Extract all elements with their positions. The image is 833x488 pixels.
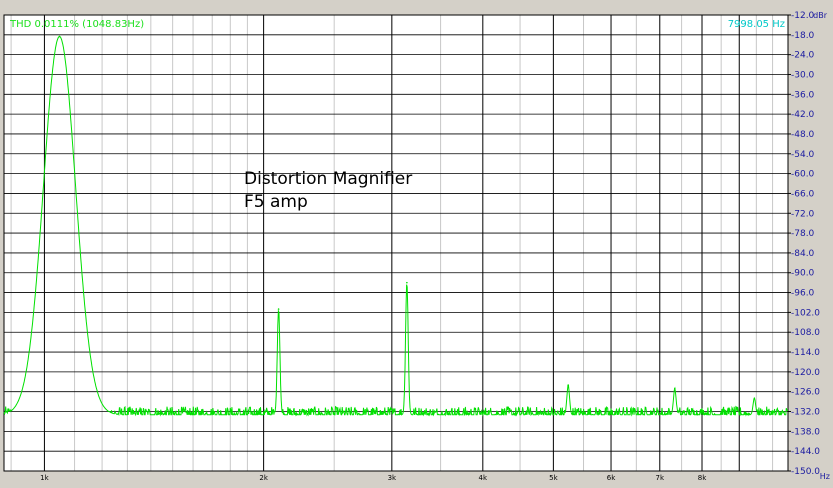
annotation-line-2: F5 amp bbox=[244, 192, 308, 212]
x-tick-label: 2k bbox=[259, 474, 268, 482]
harmonic-peak bbox=[753, 397, 756, 400]
x-tick-label: 4k bbox=[479, 474, 488, 482]
y-tick-label: -18.0 bbox=[791, 31, 815, 41]
analyzer-window: -12.0 -18.0 -24.0 -30.0 -36.0 -42.0 -48.0 -54.0… bbox=[0, 0, 833, 488]
y-tick-label: -54.0 bbox=[791, 150, 815, 160]
spectrum-chart: -12.0 -18.0 -24.0 -30.0 -36.0 -42.0 -48.0 -54.0… bbox=[3, 11, 830, 482]
harmonic-peak bbox=[58, 35, 61, 38]
plot-area bbox=[4, 15, 788, 471]
y-tick-label: -36.0 bbox=[791, 90, 815, 100]
y-tick-label: -12.0 bbox=[791, 11, 815, 21]
y-tick-label: -108.0 bbox=[791, 328, 820, 338]
y-tick-label: -84.0 bbox=[791, 249, 815, 259]
thd-readout: THD 0.0111% (1048.83Hz) bbox=[9, 19, 144, 30]
x-tick-label: 5k bbox=[549, 474, 558, 482]
y-unit-label: dBr bbox=[813, 11, 828, 20]
x-tick-label: 3k bbox=[388, 474, 397, 482]
y-tick-label: -132.0 bbox=[791, 408, 820, 418]
y-tick-label: -126.0 bbox=[791, 388, 820, 398]
y-tick-label: -138.0 bbox=[791, 427, 820, 437]
y-tick-label: -30.0 bbox=[791, 70, 815, 80]
y-tick-label: -42.0 bbox=[791, 110, 815, 120]
y-tick-label: -48.0 bbox=[791, 130, 815, 140]
y-tick-label: -66.0 bbox=[791, 189, 815, 199]
y-tick-label: -102.0 bbox=[791, 308, 820, 318]
frequency-readout: 7998.05 Hz bbox=[728, 19, 785, 30]
annotation-line-1: Distortion Magnifier bbox=[244, 169, 412, 189]
x-tick-label: 7k bbox=[656, 474, 665, 482]
x-tick-label: 8k bbox=[698, 474, 707, 482]
harmonic-peak bbox=[567, 384, 570, 386]
x-unit-label: Hz bbox=[820, 472, 830, 481]
harmonic-peak bbox=[277, 308, 280, 310]
x-tick-label: 6k bbox=[607, 474, 616, 482]
harmonic-peak bbox=[406, 281, 408, 284]
y-tick-label: -144.0 bbox=[791, 447, 820, 457]
y-tick-label: -90.0 bbox=[791, 269, 815, 279]
y-tick-label: -24.0 bbox=[791, 51, 815, 61]
y-tick-label: -96.0 bbox=[791, 289, 815, 299]
x-tick-label: 1k bbox=[40, 474, 49, 482]
y-tick-label: -78.0 bbox=[791, 229, 815, 239]
y-tick-label: -60.0 bbox=[791, 170, 815, 180]
y-tick-label: -120.0 bbox=[791, 368, 820, 378]
y-tick-label: -72.0 bbox=[791, 209, 815, 219]
y-tick-label: -150.0 bbox=[791, 467, 820, 477]
harmonic-peak bbox=[673, 387, 676, 390]
y-tick-label: -114.0 bbox=[791, 348, 820, 358]
